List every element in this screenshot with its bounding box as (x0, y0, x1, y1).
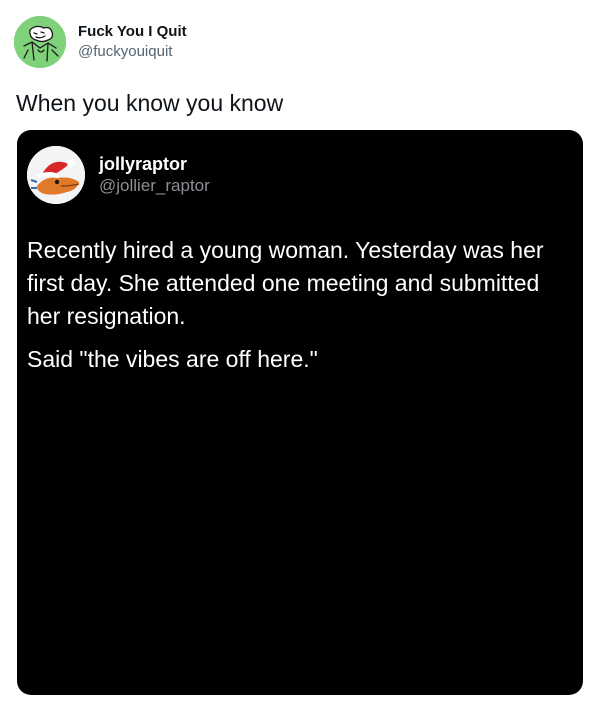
author-avatar[interactable] (14, 16, 66, 68)
quoted-author-handle: @jollier_raptor (99, 176, 210, 195)
quoted-post-paragraph: Recently hired a young woman. Yesterday … (27, 237, 544, 329)
tweet-text: When you know you know (16, 90, 284, 116)
author-names: Fuck You I Quit @fuckyouiquit (78, 22, 187, 62)
illustrated-avatar-icon (14, 16, 66, 68)
quoted-post-header: jollyraptor @jollier_raptor (27, 146, 210, 204)
quoted-post-paragraph: Said "the vibes are off here." (27, 346, 318, 372)
quoted-author-display-name: jollyraptor (99, 154, 188, 174)
quoted-author-avatar (27, 146, 85, 204)
author-handle[interactable]: @fuckyouiquit (78, 42, 187, 62)
raptor-santa-hat-avatar-icon (27, 146, 85, 204)
author-display-name[interactable]: Fuck You I Quit (78, 22, 187, 42)
quoted-author-names: jollyraptor @jollier_raptor (99, 153, 210, 197)
tweet-media-image[interactable] (17, 130, 583, 695)
tweet-header: Fuck You I Quit @fuckyouiquit (14, 14, 187, 70)
quoted-post-text: Recently hired a young woman. Yesterday … (27, 234, 547, 386)
